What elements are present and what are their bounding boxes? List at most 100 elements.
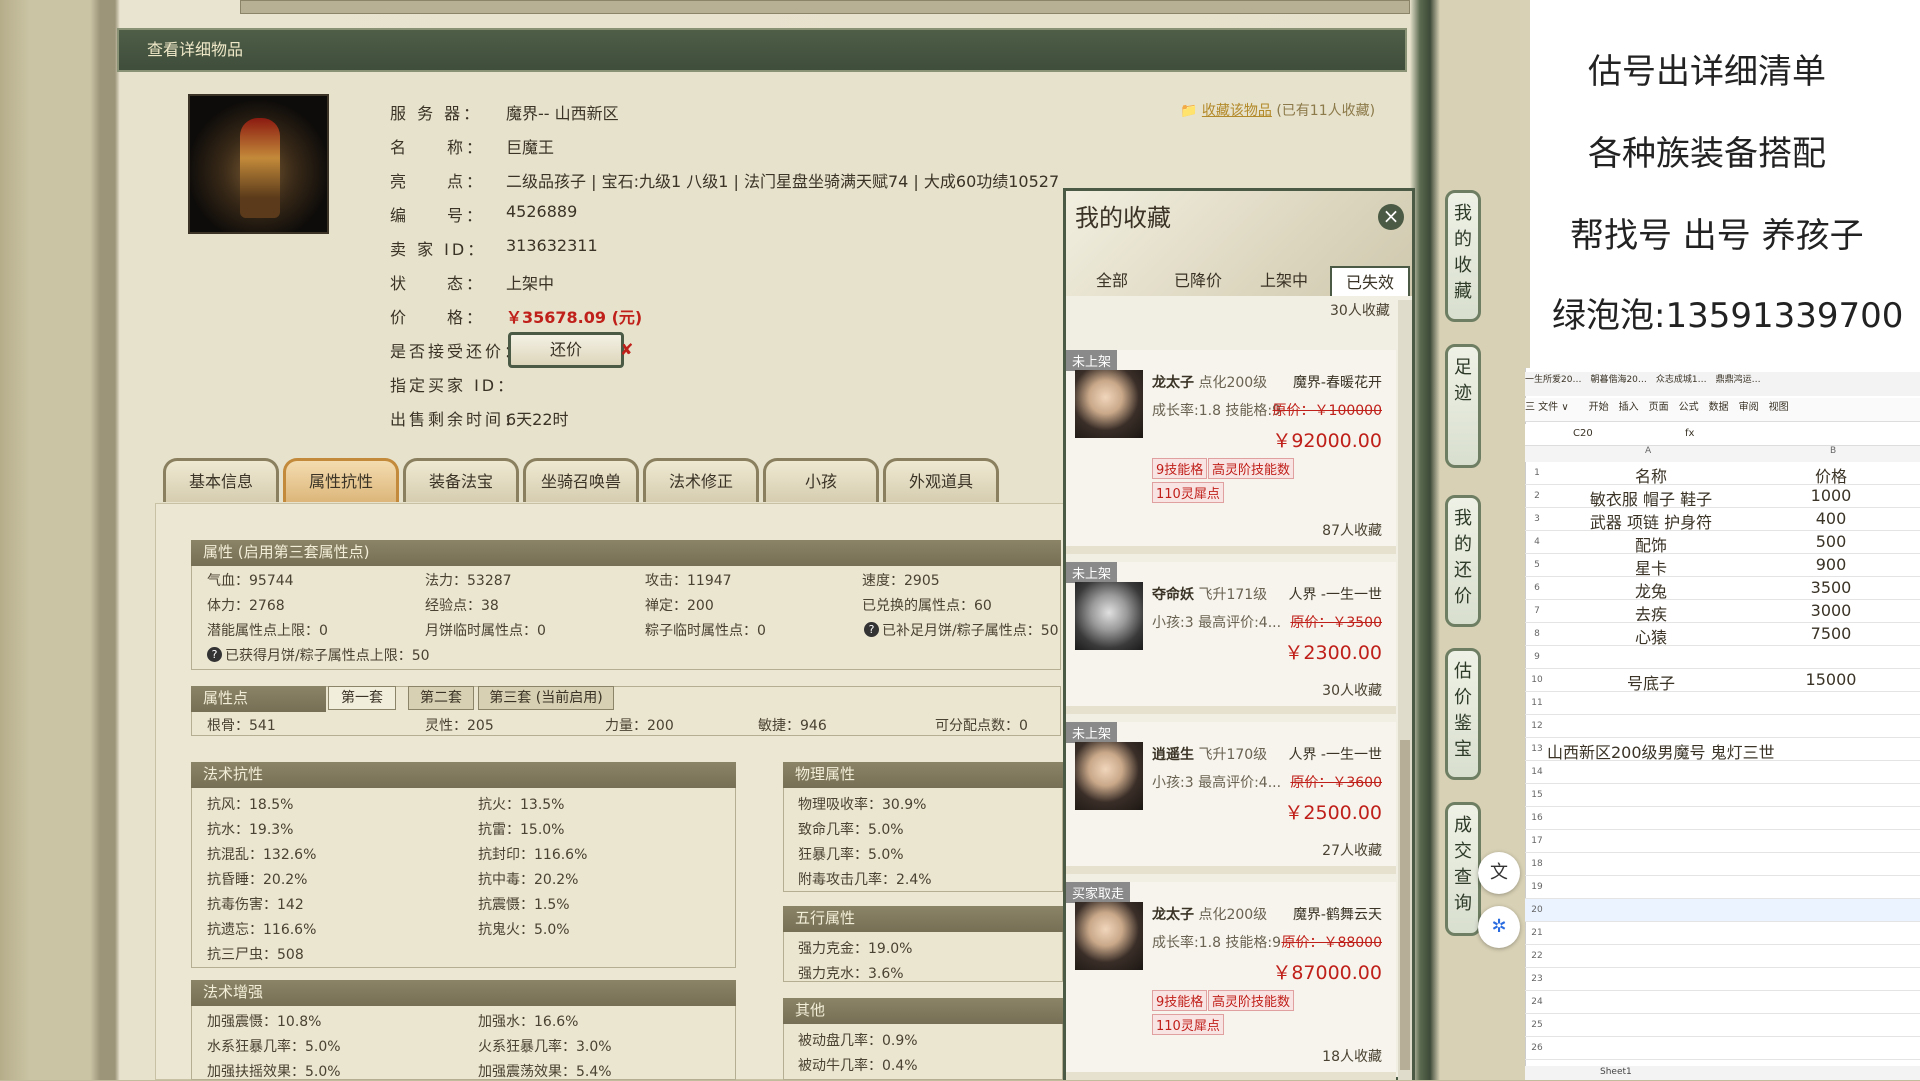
point-tab-0[interactable]: 第一套 xyxy=(328,686,396,710)
sheet-row[interactable]: 17 xyxy=(1525,830,1920,853)
point-tab-1[interactable]: 第二套 xyxy=(408,686,474,710)
sheet-row[interactable]: 24 xyxy=(1525,991,1920,1014)
spreadsheet-doc-tabs[interactable]: 一生所爱20… 朝暮偕海20… 众志成城1… 鼎鼎鸿运… xyxy=(1525,372,1920,396)
favorite-item[interactable]: 未上架 逍遥生 飞升170级 人界 -一生一世 小孩:3 最高评价:4... 原价：￥3… xyxy=(1066,722,1396,874)
sheet-row[interactable]: 20 xyxy=(1525,899,1920,922)
sheet-row[interactable]: 22 xyxy=(1525,945,1920,968)
sheet-row[interactable]: 16 xyxy=(1525,807,1920,830)
note-line: 绿泡泡:13591339700 xyxy=(1552,296,1904,336)
cell-b[interactable]: 500 xyxy=(1761,532,1901,551)
cell-a[interactable]: 号底子 xyxy=(1551,670,1751,694)
network-icon[interactable]: ✲ xyxy=(1478,906,1520,948)
cell-a[interactable]: 武器 项链 护身符 xyxy=(1551,509,1751,533)
sheet-row[interactable]: 18 xyxy=(1525,853,1920,876)
sheet-row[interactable]: 13 山西新区200级男魔号 鬼灯三世 xyxy=(1525,738,1920,763)
favorites-tab-0[interactable]: 全部 xyxy=(1072,266,1152,296)
cell-b[interactable]: 价格 xyxy=(1761,463,1901,487)
sheet-row[interactable]: 21 xyxy=(1525,922,1920,945)
cell-a[interactable]: 去疾 xyxy=(1551,601,1751,625)
side-menu-item-4[interactable]: 成交查询 xyxy=(1445,802,1481,936)
cell-a[interactable]: 心猿 xyxy=(1551,624,1751,648)
cell-b[interactable]: 1000 xyxy=(1761,486,1901,505)
help-icon[interactable]: ? xyxy=(207,647,222,662)
item-fav-count: 30人收藏 xyxy=(1322,683,1382,699)
formula-bar[interactable]: C20 fx xyxy=(1525,424,1920,446)
row-number: 13 xyxy=(1531,744,1543,754)
favorites-scroll-thumb[interactable] xyxy=(1400,740,1410,1070)
translate-icon[interactable]: 文 xyxy=(1478,852,1520,894)
tab-6[interactable]: 外观道具 xyxy=(883,458,999,502)
tab-1[interactable]: 属性抗性 xyxy=(283,458,399,502)
side-menu-char: 交 xyxy=(1454,841,1472,862)
cell-a[interactable]: 配饰 xyxy=(1551,532,1751,556)
favorites-tab-3[interactable]: 已失效 xyxy=(1330,266,1410,296)
sheet-row[interactable]: 9 xyxy=(1525,646,1920,669)
sheet-row[interactable]: 4 配饰 500 xyxy=(1525,531,1920,556)
sheet-row[interactable]: 5 星卡 900 xyxy=(1525,554,1920,579)
point-tab-2[interactable]: 第三套 (当前启用) xyxy=(478,686,614,710)
sheet-row[interactable]: 15 xyxy=(1525,784,1920,807)
cell-a[interactable]: 名称 xyxy=(1551,463,1751,487)
tab-0[interactable]: 基本信息 xyxy=(163,458,279,502)
cell-b[interactable]: 15000 xyxy=(1761,670,1901,689)
item-server: 魔界-鹤舞云天 xyxy=(1292,907,1382,923)
favorite-item[interactable]: 未上架 龙太子 点化200级 魔界-春暖花开 成长率:1.8 技能格:9 原价：￥100… xyxy=(1066,350,1396,554)
cell-a[interactable]: 山西新区200级男魔号 鬼灯三世 xyxy=(1547,739,1807,763)
column-a-header[interactable]: A xyxy=(1645,446,1651,456)
item-badge: 高灵阶技能数 xyxy=(1208,458,1295,479)
sheet-row[interactable]: 7 去疾 3000 xyxy=(1525,600,1920,625)
spreadsheet-toolbar[interactable]: 三 文件 ∨ 开始 插入 页面 公式 数据 审阅 视图 xyxy=(1525,398,1920,422)
item-avatar xyxy=(1075,582,1143,650)
favorite-item[interactable]: 未上架 夺命妖 飞升171级 人界 -一生一世 小孩:3 最高评价:4... 原价：￥3… xyxy=(1066,562,1396,714)
tab-2[interactable]: 装备法宝 xyxy=(403,458,519,502)
favorites-tab-1[interactable]: 已降价 xyxy=(1158,266,1238,296)
sheet-row[interactable]: 1 名称 价格 xyxy=(1525,462,1920,487)
tab-5[interactable]: 小孩 xyxy=(763,458,879,502)
sheet-row[interactable]: 11 xyxy=(1525,692,1920,715)
cell-b[interactable]: 900 xyxy=(1761,555,1901,574)
sheet-tab-bar[interactable]: Sheet1 xyxy=(1525,1066,1920,1080)
tab-4[interactable]: 法术修正 xyxy=(643,458,759,502)
cell-b[interactable]: 3500 xyxy=(1761,578,1901,597)
side-menu-char: 询 xyxy=(1454,893,1472,914)
item-price: ￥2500.00 xyxy=(1284,802,1382,824)
cell-reference[interactable]: C20 xyxy=(1573,428,1593,439)
item-server: 人界 -一生一世 xyxy=(1288,587,1382,603)
sheet-row[interactable]: 23 xyxy=(1525,968,1920,991)
close-icon[interactable]: × xyxy=(1378,204,1404,230)
sheet-row[interactable]: 19 xyxy=(1525,876,1920,899)
counter-offer-button[interactable]: 还价 xyxy=(508,332,624,368)
side-menu-item-3[interactable]: 估价鉴宝 xyxy=(1445,648,1481,780)
cell-b[interactable]: 7500 xyxy=(1761,624,1901,643)
cell-b[interactable]: 3000 xyxy=(1761,601,1901,620)
favorite-item[interactable]: 买家取走 龙太子 点化200级 魔界-鹤舞云天 成长率:1.8 技能格:9 原价：￥88… xyxy=(1066,882,1396,1080)
sheet-row[interactable]: 25 xyxy=(1525,1014,1920,1037)
cell-a[interactable]: 龙兔 xyxy=(1551,578,1751,602)
sheet-row[interactable]: 8 心猿 7500 xyxy=(1525,623,1920,648)
cell-a[interactable]: 星卡 xyxy=(1551,555,1751,579)
side-menu-item-0[interactable]: 我的收藏 xyxy=(1445,190,1481,322)
sheet-row[interactable]: 12 xyxy=(1525,715,1920,738)
side-menu-item-2[interactable]: 我的还价 xyxy=(1445,495,1481,627)
side-menu-char: 我 xyxy=(1454,203,1472,224)
sheet-row[interactable]: 6 龙兔 3500 xyxy=(1525,577,1920,602)
side-menu-char: 我 xyxy=(1454,508,1472,529)
sheet-row[interactable]: 26 xyxy=(1525,1037,1920,1060)
attr-value: 法力：53287 xyxy=(425,573,512,589)
sheet-row[interactable]: 3 武器 项链 护身符 400 xyxy=(1525,508,1920,533)
favorite-link-label[interactable]: 收藏该物品 xyxy=(1202,103,1272,119)
item-badge: 110灵犀点 xyxy=(1152,482,1224,503)
cell-a[interactable]: 敏衣服 帽子 鞋子 xyxy=(1551,486,1751,510)
sheet-row[interactable]: 2 敏衣服 帽子 鞋子 1000 xyxy=(1525,485,1920,510)
help-icon[interactable]: ? xyxy=(864,622,879,637)
side-menu-item-1[interactable]: 足迹 xyxy=(1445,344,1481,468)
favorites-tab-2[interactable]: 上架中 xyxy=(1244,266,1324,296)
sheet-tab[interactable]: Sheet1 xyxy=(1600,1067,1632,1077)
cell-b[interactable]: 400 xyxy=(1761,509,1901,528)
column-b-header[interactable]: B xyxy=(1830,446,1836,456)
tab-3[interactable]: 坐骑召唤兽 xyxy=(523,458,639,502)
favorite-item-link[interactable]: 📁 收藏该物品 (已有11人收藏) xyxy=(1180,100,1375,120)
sheet-row[interactable]: 14 xyxy=(1525,761,1920,784)
top-nav-bar[interactable] xyxy=(240,0,1410,14)
sheet-row[interactable]: 10 号底子 15000 xyxy=(1525,669,1920,694)
